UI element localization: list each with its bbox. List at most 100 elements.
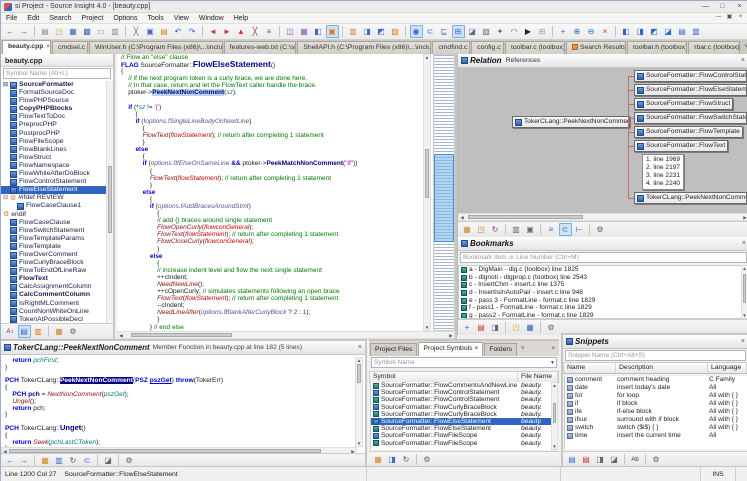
tree-item[interactable]: FlowTemplate [1,243,106,251]
relation-graph[interactable]: TokerCLang::PeekNextNonComment SourceForm… [458,68,747,213]
relation-refresh-icon[interactable]: ↻ [489,223,502,236]
maximize-button[interactable]: □ [714,1,731,12]
bookmark-item[interactable]: f - pass1 - FormatLine - format.c line 1… [459,304,741,312]
file-tab[interactable]: beauty.cpp × [2,40,52,54]
undo-icon[interactable]: ↶ [172,25,185,38]
symbol-row[interactable]: SourceFormatter::FlowFileScope beauty. [371,440,551,447]
symbol-row[interactable]: SourceFormatter::FlowCommentsAndNewLine b… [371,382,551,389]
snippet-name-input[interactable] [565,350,746,361]
line-reference[interactable]: 3. line 2231 [646,172,680,180]
open-bookmarks-icon[interactable]: ◳ [510,321,523,334]
tree-item[interactable]: FlowBlankLines [1,146,106,154]
bookmarks-settings-icon[interactable]: ⚙ [545,321,558,334]
expand-abbrev-icon[interactable]: Ab [629,453,642,466]
prev-symbol-icon[interactable]: ⊖ [585,25,598,38]
panel-tab[interactable]: Project Symbols × [418,342,484,356]
symbol-row[interactable]: SourceFormatter::FlowElseStatement beauty… [371,417,551,426]
tree-item[interactable]: FlowSwitchStatement [1,227,106,235]
group-view-icon[interactable]: ▥ [32,325,45,338]
xref-icon[interactable]: ╳ [249,25,262,38]
context-refresh-icon[interactable]: ↻ [67,454,80,467]
tree-item[interactable]: FlowToEndOfLineRaw [1,267,106,275]
context-forward-icon[interactable]: → [18,454,31,467]
tree-item[interactable]: FlowText [1,275,106,283]
tree-expand-icon[interactable]: ⊟ [3,81,10,89]
tree-item[interactable]: FlowNamespace [1,162,106,170]
column-header[interactable]: Name [564,363,616,373]
paste-icon[interactable]: ▤ [158,25,171,38]
symbols-window-icon[interactable]: ◩ [375,25,388,38]
relation-new-icon[interactable]: ◳ [475,223,488,236]
relation-node[interactable]: TokerCLang::PeekNextNonComment [634,192,747,204]
panel-tab[interactable]: Project Files [370,343,418,356]
save-bookmarks-icon[interactable]: ▦ [524,321,537,334]
edit-snippet-icon[interactable]: ◨ [594,453,607,466]
add-symbol-icon[interactable]: + [557,25,570,38]
tree-item[interactable]: FlowOverComment [1,251,106,259]
file-tab[interactable]: ShellAPI.h (C:\Program Files (x86)\...\i… [297,41,432,54]
bookmark-item[interactable]: b - dlgnoti - dlgprop.c (toolbox) line 2… [459,274,741,282]
bookmark-item[interactable]: e - pass 3 - FormatLine - format.c line … [459,297,741,305]
context-settings-icon[interactable]: ⚙ [123,454,136,467]
symbol-row[interactable]: SourceFormatter::FlowCurlyBraceBlock beau… [371,411,551,418]
file-tab[interactable]: toolbar.c (toolbox) [504,41,565,54]
bookmark-item[interactable]: d - InsertIsInAutoPair - insert.c line 9… [459,289,741,297]
link-prev-icon[interactable]: ◄ [207,25,220,38]
next-symbol-icon[interactable]: ⊕ [571,25,584,38]
file-tab[interactable]: features-web.txt (C:\si) [223,41,297,54]
relation-tree-view-icon[interactable]: ⊢ [573,223,586,236]
tab-close-icon[interactable]: × [46,44,50,50]
split-window-icon[interactable]: ◧ [312,25,325,38]
menu-item-tools[interactable]: Tools [142,13,168,24]
snippet-row[interactable]: switch switch ($i$) { } All with { } [565,424,747,432]
context-relation-icon[interactable]: ⊂ [81,454,94,467]
forward-icon[interactable]: → [18,25,31,38]
symbols-scrollbar[interactable]: ▲ ▼ [551,382,558,450]
menu-item-window[interactable]: Window [194,13,229,24]
menu-item-edit[interactable]: Edit [22,13,44,24]
relation-settings-icon[interactable]: ⚙ [594,223,607,236]
web-icon[interactable]: ◠ [508,25,521,38]
tree-item[interactable]: FlowCaseClause1 [1,202,106,210]
bookmarks-close-icon[interactable]: × [742,240,746,247]
tree-item[interactable]: FlowControlStatement [1,178,106,186]
context-vertical-scrollbar[interactable]: ▲ ▼ [355,357,363,447]
back-icon[interactable]: ← [4,25,17,38]
snippet-row[interactable]: if if block All with { } [565,400,747,408]
relation-print-icon[interactable]: ▥ [510,223,523,236]
menu-item-project[interactable]: Project [77,13,109,24]
link-next-icon[interactable]: ► [221,25,234,38]
menu-item-search[interactable]: Search [44,13,76,24]
tree-item[interactable]: ⊟ ⚙ #ifdef REVIEW [1,194,106,202]
tree-item[interactable]: CalcCommentColumn [1,291,106,299]
line-reference[interactable]: 1. line 1969 [646,156,680,164]
tree-item[interactable]: FlowElseStatement [1,186,106,195]
file-tab[interactable]: Search Results [565,41,626,54]
new-file-icon[interactable]: ▤ [39,25,52,38]
tree-item[interactable]: TokenAtPossibleDecl [1,316,106,323]
delete-snippet-icon[interactable]: ▤ [580,453,593,466]
redo-icon[interactable]: ↷ [186,25,199,38]
tree-item[interactable]: FlowFileScope [1,138,106,146]
file-tab[interactable]: cmdsel.c [52,41,88,54]
relation-node[interactable]: SourceFormatter::FlowElseStatement [634,84,747,96]
relation-node[interactable]: SourceFormatter::FlowTemplate [634,126,743,138]
browse-mode-icon[interactable]: ◉ [409,25,423,38]
layout-2-icon[interactable]: ◨ [634,25,647,38]
tree-item[interactable]: FlowPHPSource [1,97,106,105]
bookmark-item[interactable]: g - pass2 - FormatLine - format.c line 1… [459,312,741,318]
symbol-row[interactable]: SourceFormatter::FlowElseStatement beauty… [371,425,551,432]
code-editor[interactable]: // Flow an "else" clause FLAG SourceForma… [117,54,457,339]
files-window-icon[interactable]: ◨ [361,25,374,38]
preview-icon[interactable]: ▧ [480,25,493,38]
column-header[interactable]: Description [616,363,708,373]
class-view-icon[interactable]: ⊞ [451,25,465,38]
snippet-row[interactable]: ife if-else block All with { } [565,408,747,416]
context-save-icon[interactable]: ▦ [39,454,52,467]
close-button[interactable]: × [731,1,747,12]
tree-item[interactable]: FlowCurlyBraceBlock [1,259,106,267]
relation-list-view-icon[interactable]: ≡ [545,223,558,236]
bookmark-item[interactable]: c - InsertChm - insert.c line 1375 [459,281,741,289]
symbol-row[interactable]: SourceFormatter::FlowControlStatement bea… [371,389,551,396]
bookmark-item[interactable]: a - DlgMain - dlg.c (toolbox) line 1825 [459,266,741,274]
